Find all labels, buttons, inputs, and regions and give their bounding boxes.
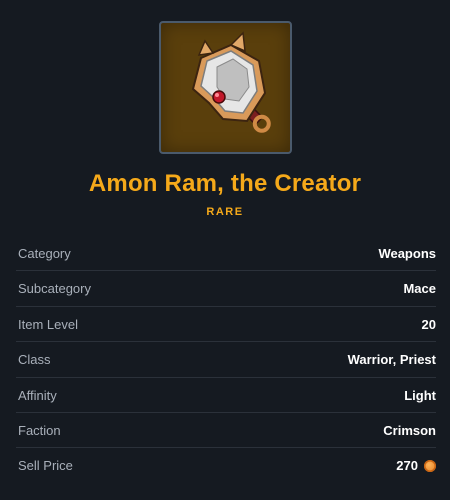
stat-row-sell-price: Sell Price 270 <box>16 448 436 483</box>
stat-value: Crimson <box>383 423 436 438</box>
stat-label: Affinity <box>18 387 57 403</box>
stat-row-subcategory: Subcategory Mace <box>16 271 436 307</box>
mace-icon <box>191 31 271 133</box>
stat-value: Light <box>404 388 436 403</box>
stat-value: 270 <box>396 458 436 473</box>
stat-row-item-level: Item Level 20 <box>16 307 436 343</box>
stat-value-text: Light <box>404 387 436 403</box>
item-icon-frame <box>159 21 292 154</box>
stats-table: Category Weapons Subcategory Mace Item L… <box>16 236 436 484</box>
stat-label: Item Level <box>18 316 78 332</box>
stat-value-text: Warrior, Priest <box>347 352 436 368</box>
stat-value-text: Weapons <box>378 246 436 261</box>
stat-value-text: Mace <box>403 281 436 297</box>
stat-label: Faction <box>18 422 61 438</box>
stat-row-category: Category Weapons <box>16 236 436 272</box>
stat-row-class: Class Warrior, Priest <box>16 342 436 378</box>
stat-value: 20 <box>422 317 436 332</box>
stat-label: Subcategory <box>18 281 91 297</box>
stat-value: Warrior, Priest <box>348 352 436 367</box>
sell-price-text: 270 <box>396 458 418 474</box>
stat-value: Mace <box>403 281 436 296</box>
coin-icon <box>424 459 436 472</box>
stat-label: Sell Price <box>18 458 73 474</box>
stat-value-text: 20 <box>421 316 436 332</box>
stat-label: Category <box>18 246 71 261</box>
stat-row-affinity: Affinity Light <box>16 378 436 413</box>
item-name: Amon Ram, the Creator <box>88 170 362 197</box>
stat-row-faction: Faction Crimson <box>16 413 436 449</box>
stat-value: Weapons <box>378 246 436 261</box>
stat-label: Class <box>18 352 51 368</box>
rarity-badge: RARE <box>206 206 244 218</box>
stat-value-text: Crimson <box>383 422 436 438</box>
